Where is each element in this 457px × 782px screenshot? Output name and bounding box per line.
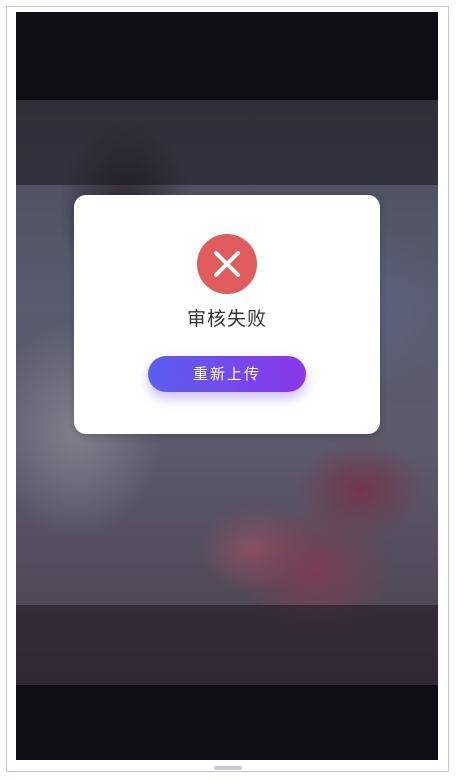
review-failed-dialog: 审核失败 重新上传 <box>74 195 380 434</box>
home-indicator <box>214 766 242 770</box>
status-title: 审核失败 <box>186 308 267 330</box>
reupload-button[interactable]: 重新上传 <box>148 356 306 392</box>
app-screen: 审核失败 重新上传 <box>16 12 438 760</box>
close-icon <box>197 234 257 294</box>
